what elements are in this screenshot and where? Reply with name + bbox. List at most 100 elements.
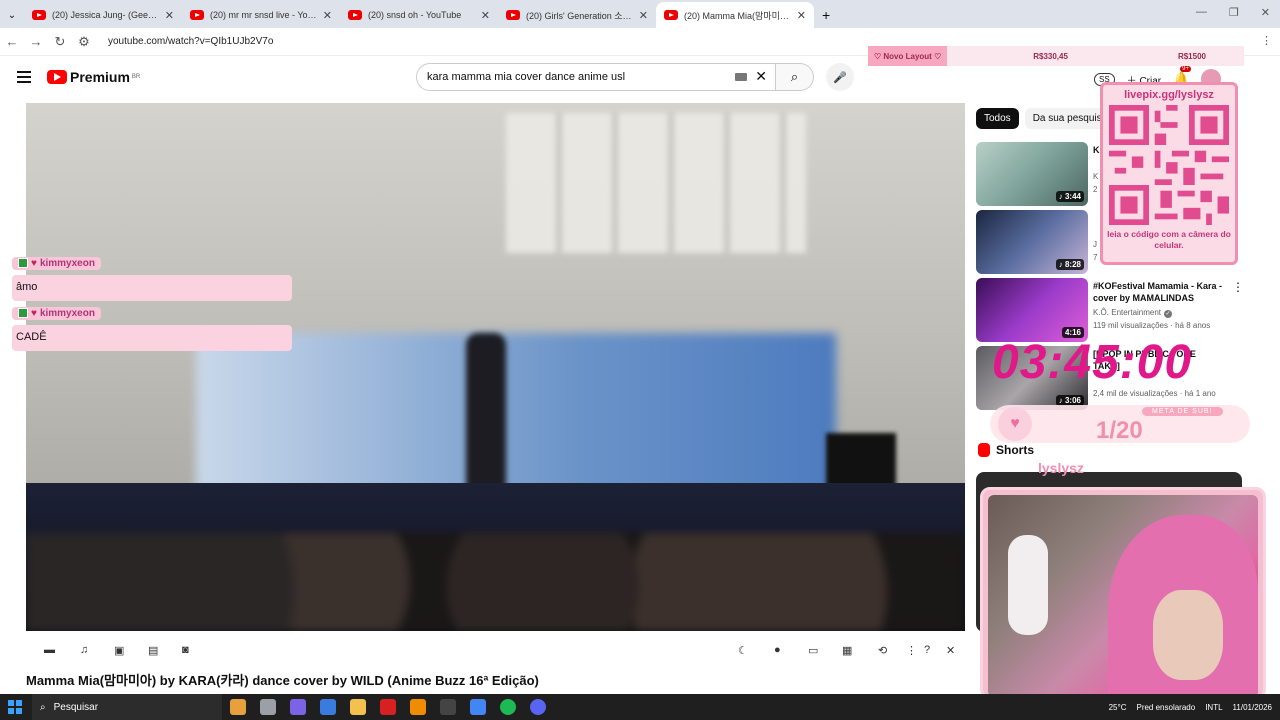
dark-mode-icon[interactable]: ☾	[738, 644, 748, 657]
youtube-icon	[664, 10, 678, 20]
back-icon[interactable]: ←	[0, 34, 24, 49]
lightbulb-icon[interactable]: ●	[774, 644, 781, 656]
music-icon[interactable]: ♫	[80, 644, 88, 656]
youtube-icon	[190, 10, 204, 20]
novo-layout-label: ♡ Novo Layout ♡	[868, 46, 948, 66]
close-tab-icon[interactable]: ✕	[323, 9, 332, 22]
menu-icon[interactable]	[17, 71, 31, 86]
loop-icon[interactable]: ⟲	[878, 644, 887, 657]
youtube-icon	[506, 10, 520, 20]
playlist-icon[interactable]: ▦	[842, 644, 852, 657]
input-language[interactable]: INTL	[1205, 703, 1222, 712]
windows-start-icon[interactable]	[8, 700, 22, 714]
camera-icon[interactable]: ▬	[44, 644, 55, 656]
taskbar-search[interactable]: ⌕ Pesquisar	[32, 694, 222, 720]
search-icon: ⌕	[40, 701, 46, 713]
new-tab-button[interactable]: +	[822, 2, 830, 28]
vlc-icon[interactable]	[410, 699, 426, 715]
search-icon: ⌕	[790, 69, 799, 84]
rec-channel[interactable]: K.Ô. Entertainment ✓	[1093, 308, 1173, 318]
browser-toolbar-icons: ⋮	[1261, 34, 1272, 47]
video-thumbnail[interactable]: ♪ 8:28	[976, 210, 1088, 274]
miniplayer-icon[interactable]: ▭	[808, 644, 818, 657]
chrome-icon[interactable]	[470, 699, 486, 715]
windows-taskbar: ⌕ Pesquisar 25°C Pred ensolarado INTL 11/…	[0, 694, 1280, 720]
close-tab-icon[interactable]: ✕	[165, 9, 174, 22]
discord-icon[interactable]	[530, 699, 546, 715]
restore-icon[interactable]: ❐	[1229, 6, 1239, 19]
rec-title[interactable]: #KOFestival Mamamia - Kara - cover by MA…	[1093, 280, 1223, 304]
site-info-icon[interactable]: ⚙	[72, 34, 96, 50]
help-icon[interactable]: ?	[924, 644, 930, 656]
store-icon[interactable]	[320, 699, 336, 715]
forward-icon[interactable]: →	[24, 34, 48, 49]
close-tab-icon[interactable]: ✕	[797, 9, 806, 22]
chat-text: CADÊ	[12, 325, 292, 351]
system-tray: 25°C Pred ensolarado INTL 11/01/2026	[1109, 694, 1272, 720]
copilot-icon[interactable]	[290, 699, 306, 715]
voice-search-button[interactable]: 🎤	[826, 63, 854, 91]
browser-tab[interactable]: (20) Jessica Jung- (Gee + Genie✕	[24, 2, 182, 28]
webcam-frame	[980, 487, 1266, 699]
sub-goal: ♥ META DE SUB! 1/20	[990, 405, 1250, 445]
app-icon[interactable]	[440, 699, 456, 715]
duration-badge: ♪ 8:28	[1055, 259, 1084, 270]
menu-icon[interactable]: ⋮	[1261, 34, 1272, 47]
duration-badge: ♪ 3:44	[1055, 191, 1084, 202]
video-windows	[506, 113, 806, 253]
more-options-icon[interactable]: ⋮	[1232, 280, 1244, 294]
search-button[interactable]: ⌕	[776, 63, 814, 91]
video-player[interactable]	[26, 103, 965, 631]
sub-goal-label: META DE SUB!	[1142, 407, 1223, 416]
close-tab-icon[interactable]: ✕	[639, 9, 648, 22]
video-thumbnail[interactable]: ♪ 3:44	[976, 142, 1088, 206]
window-controls: — ❐ ✕	[1196, 6, 1270, 19]
screenshot-icon[interactable]: ◙	[182, 644, 189, 656]
video-crowd	[26, 533, 965, 631]
rec-stats: 7	[1093, 253, 1098, 262]
browser-tab[interactable]: (20) snsd oh - YouTube ✕	[340, 2, 498, 28]
weather-desc: Pred ensolarado	[1136, 702, 1196, 712]
recommendation-item[interactable]: 4:16 #KOFestival Mamamia - Kara - cover …	[976, 278, 1244, 342]
taskbar-apps	[230, 699, 546, 715]
youtube-premium-logo[interactable]: Premium BR	[47, 69, 140, 85]
clock-date[interactable]: 11/01/2026	[1233, 703, 1272, 712]
close-window-icon[interactable]: ✕	[1261, 6, 1270, 19]
video-title: Mamma Mia(맘마미아) by KARA(카라) dance cover …	[26, 673, 539, 688]
spotify-icon[interactable]	[500, 699, 516, 715]
minimize-icon[interactable]: —	[1196, 6, 1207, 19]
browser-tab-active[interactable]: (20) Mamma Mia(맘마미아) by✕	[656, 2, 814, 28]
tab-search-icon[interactable]: ⌄	[0, 2, 24, 28]
taskbar-app-icon[interactable]	[230, 699, 246, 715]
rec-channel[interactable]: K	[1093, 172, 1098, 181]
captions-icon[interactable]: ▤	[148, 644, 158, 657]
reload-icon[interactable]: ↻	[48, 34, 72, 50]
heart-icon: ♥	[998, 407, 1032, 441]
chip-all[interactable]: Todos	[976, 108, 1019, 129]
chat-username: ♥ kimmyxeon	[12, 256, 101, 270]
close-icon[interactable]: ✕	[946, 644, 955, 657]
rec-channel[interactable]: J	[1093, 240, 1097, 249]
task-view-icon[interactable]	[260, 699, 276, 715]
mic-icon: 🎤	[833, 71, 847, 84]
more-icon[interactable]: ⋮	[906, 644, 917, 657]
picture-icon[interactable]: ▣	[114, 644, 124, 657]
keyboard-icon[interactable]	[735, 73, 747, 81]
browser-tab[interactable]: (20) mr mr snsd live - YouTube✕	[182, 2, 340, 28]
explorer-icon[interactable]	[350, 699, 366, 715]
weather-temp[interactable]: 25°C	[1109, 703, 1127, 712]
clear-search-icon[interactable]: ✕	[755, 68, 767, 85]
close-tab-icon[interactable]: ✕	[481, 9, 490, 22]
search-input[interactable]: kara mamma mia cover dance anime usl ✕	[416, 63, 776, 91]
url-field[interactable]: youtube.com/watch?v=QIb1UJb2V7o	[108, 36, 273, 47]
qr-header: livepix.gg/lyslysz	[1124, 89, 1214, 101]
qr-code-icon	[1109, 105, 1229, 225]
youtube-logo-icon	[47, 70, 67, 84]
browser-tab[interactable]: (20) Girls' Generation 소녀시대✕	[498, 2, 656, 28]
video-thumbnail[interactable]: 4:16	[976, 278, 1088, 342]
chat-username: ♥ kimmyxeon	[12, 306, 101, 320]
heart-icon: ♥	[31, 307, 37, 319]
app-icon[interactable]	[380, 699, 396, 715]
chat-text: âmo	[12, 275, 292, 301]
notification-count-badge: 9+	[1180, 66, 1191, 72]
